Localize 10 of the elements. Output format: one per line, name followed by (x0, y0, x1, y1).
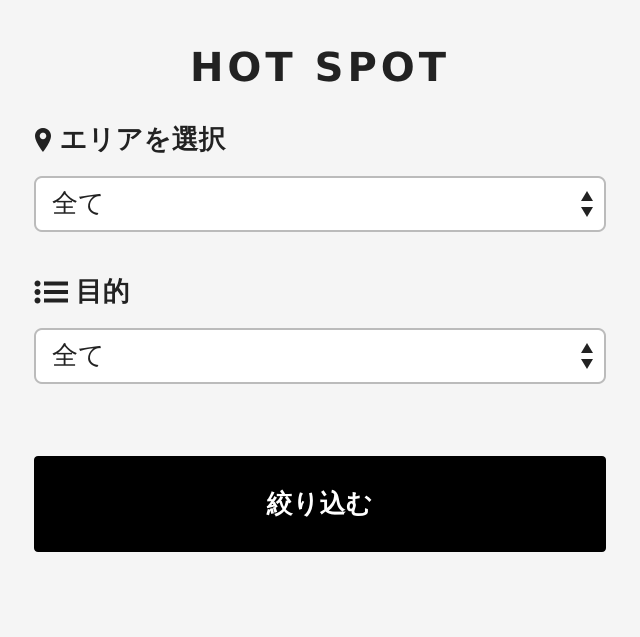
filter-label: エリアを選択 (60, 122, 226, 157)
dropdown-field[interactable]: 全て (34, 328, 606, 384)
filter-label: 目的 (76, 274, 130, 309)
filter-button[interactable]: 絞り込む (34, 456, 606, 552)
up-down-caret-icon (580, 342, 594, 370)
dropdown-field[interactable]: 全て (34, 176, 606, 232)
list-icon (34, 280, 68, 304)
page-title: HOT SPOT (188, 44, 452, 92)
location-pin-icon (34, 127, 52, 153)
up-down-caret-icon (580, 190, 594, 218)
